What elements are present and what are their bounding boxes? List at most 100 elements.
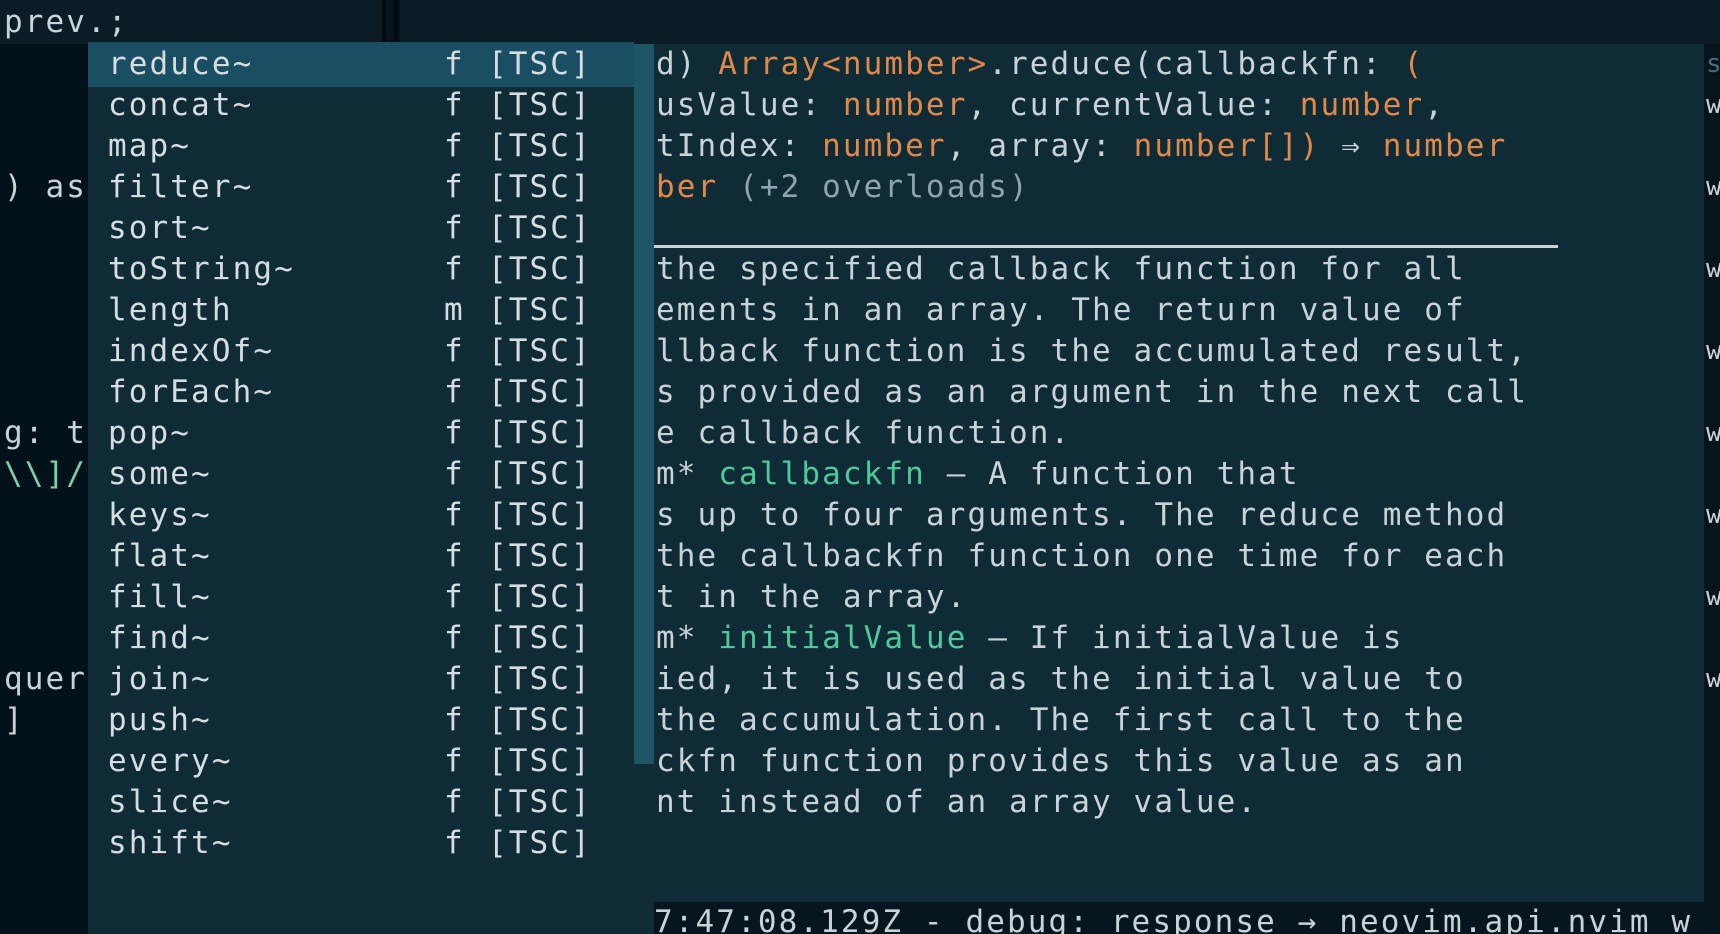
completion-kind: f — [444, 169, 465, 205]
completion-source: [TSC] — [488, 128, 592, 164]
doc-line: ckfn function provides this value as an — [656, 739, 1466, 784]
doc-line: d) Array<number>.reduce(callbackfn: ( — [656, 42, 1424, 87]
left-buffer-text: ] — [4, 702, 25, 738]
completion-kind: f — [444, 702, 465, 738]
completion-word: flat~ — [108, 538, 212, 574]
right-window-text: w — [1706, 418, 1720, 448]
completion-source: [TSC] — [488, 415, 592, 451]
doc-text: , currentValue: — [967, 87, 1300, 123]
doc-type: number — [842, 87, 968, 123]
completion-word: pop~ — [108, 415, 192, 451]
doc-line: the callbackfn function one time for eac… — [656, 534, 1507, 579]
completion-kind: f — [444, 538, 465, 574]
completion-word: find~ — [108, 620, 212, 656]
right-window-edge: swwwwwwww — [1704, 44, 1720, 934]
completion-item[interactable]: concat~ f [TSC] — [88, 83, 720, 128]
completion-source: [TSC] — [488, 661, 592, 697]
completion-item[interactable]: reduce~ f [TSC] — [88, 42, 634, 87]
doc-line: the accumulation. The first call to the — [656, 698, 1466, 743]
completion-kind: f — [444, 333, 465, 369]
doc-type: number — [1299, 87, 1425, 123]
completion-item[interactable]: fill~ f [TSC] — [88, 575, 720, 620]
completion-item[interactable]: filter~ f [TSC] — [88, 165, 720, 210]
completion-item[interactable]: length m [TSC] — [88, 288, 720, 333]
completion-item[interactable]: pop~ f [TSC] — [88, 411, 720, 456]
completion-source: [TSC] — [488, 538, 592, 574]
completion-item[interactable]: sort~ f [TSC] — [88, 206, 720, 251]
completion-kind: f — [444, 415, 465, 451]
completion-kind: f — [444, 210, 465, 246]
doc-line: m* initialValue — If initialValue is — [656, 616, 1404, 661]
doc-type: Array<number> — [718, 46, 989, 82]
doc-line: ied, it is used as the initial value to — [656, 657, 1466, 702]
right-window-text: w — [1706, 664, 1720, 694]
doc-text: the callbackfn function one time for eac… — [656, 538, 1508, 574]
completion-item[interactable]: join~ f [TSC] — [88, 657, 720, 702]
completion-item[interactable]: every~ f [TSC] — [88, 739, 720, 784]
completion-word: some~ — [108, 456, 212, 492]
right-window-text: s — [1706, 49, 1720, 79]
left-buffer-text: g: t — [4, 415, 88, 451]
doc-text: s provided as an argument in the next ca… — [656, 374, 1529, 410]
doc-type: number[]) — [1133, 128, 1321, 164]
completion-menu-scrollbar[interactable] — [634, 44, 654, 764]
completion-item[interactable]: flat~ f [TSC] — [88, 534, 720, 579]
doc-text: .reduce(callbackfn: — [988, 46, 1404, 82]
completion-source: [TSC] — [488, 497, 592, 533]
doc-line: t in the array. — [656, 575, 967, 620]
completion-kind: m — [444, 292, 465, 328]
completion-source: [TSC] — [488, 333, 592, 369]
right-window-text: w — [1706, 500, 1720, 530]
completion-item[interactable]: indexOf~ f [TSC] — [88, 329, 720, 374]
doc-text: e callback function. — [656, 415, 1072, 451]
current-code-line[interactable]: prev.; — [4, 2, 129, 42]
completion-source: [TSC] — [488, 251, 592, 287]
neovim-screen: prev.; ) as g: t \\]/quer] reduce~ f [TSC] co… — [0, 0, 1720, 934]
doc-text: the specified callback function for all — [656, 251, 1466, 287]
completion-word: every~ — [108, 743, 233, 779]
doc-line: usValue: number, currentValue: number, — [656, 83, 1445, 128]
completion-kind: f — [444, 87, 465, 123]
completion-source: [TSC] — [488, 456, 592, 492]
completion-item[interactable]: map~ f [TSC] — [88, 124, 720, 169]
completion-source: [TSC] — [488, 46, 592, 82]
completion-source: [TSC] — [488, 169, 592, 205]
right-window-text: w — [1706, 254, 1720, 284]
doc-text: , array: — [946, 128, 1134, 164]
doc-text: usValue: — [656, 87, 843, 123]
completion-word: shift~ — [108, 825, 233, 861]
completion-item[interactable]: some~ f [TSC] — [88, 452, 720, 497]
completion-word: filter~ — [108, 169, 254, 205]
doc-line: s provided as an argument in the next ca… — [656, 370, 1528, 415]
doc-line: llback function is the accumulated resul… — [656, 329, 1528, 374]
completion-kind: f — [444, 825, 465, 861]
completion-word: reduce~ — [108, 46, 254, 82]
completion-item[interactable]: shift~ f [TSC] — [88, 821, 720, 866]
completion-item[interactable]: find~ f [TSC] — [88, 616, 720, 661]
completion-item[interactable]: forEach~ f [TSC] — [88, 370, 720, 415]
completion-source: [TSC] — [488, 374, 592, 410]
completion-item[interactable]: toString~ f [TSC] — [88, 247, 720, 292]
completion-word: keys~ — [108, 497, 212, 533]
completion-source: [TSC] — [488, 702, 592, 738]
completion-item[interactable]: keys~ f [TSC] — [88, 493, 720, 538]
doc-text: d) — [656, 46, 719, 82]
completion-kind: f — [444, 579, 465, 615]
completion-word: slice~ — [108, 784, 233, 820]
completion-word: length — [108, 292, 233, 328]
completion-word: join~ — [108, 661, 212, 697]
doc-text: ied, it is used as the initial value to — [656, 661, 1466, 697]
completion-source: [TSC] — [488, 784, 592, 820]
doc-type: number — [1382, 128, 1508, 164]
doc-text: s up to four arguments. The reduce metho… — [656, 497, 1508, 533]
completion-item[interactable]: push~ f [TSC] — [88, 698, 720, 743]
right-window-text: w — [1706, 336, 1720, 366]
completion-source: [TSC] — [488, 579, 592, 615]
completion-kind: f — [444, 46, 465, 82]
window-split-divider[interactable] — [382, 0, 400, 44]
completion-word: push~ — [108, 702, 212, 738]
completion-item[interactable]: slice~ f [TSC] — [88, 780, 720, 825]
left-buffer-text: quer — [4, 661, 88, 697]
completion-word: map~ — [108, 128, 192, 164]
doc-text: — A function that — [925, 456, 1300, 492]
